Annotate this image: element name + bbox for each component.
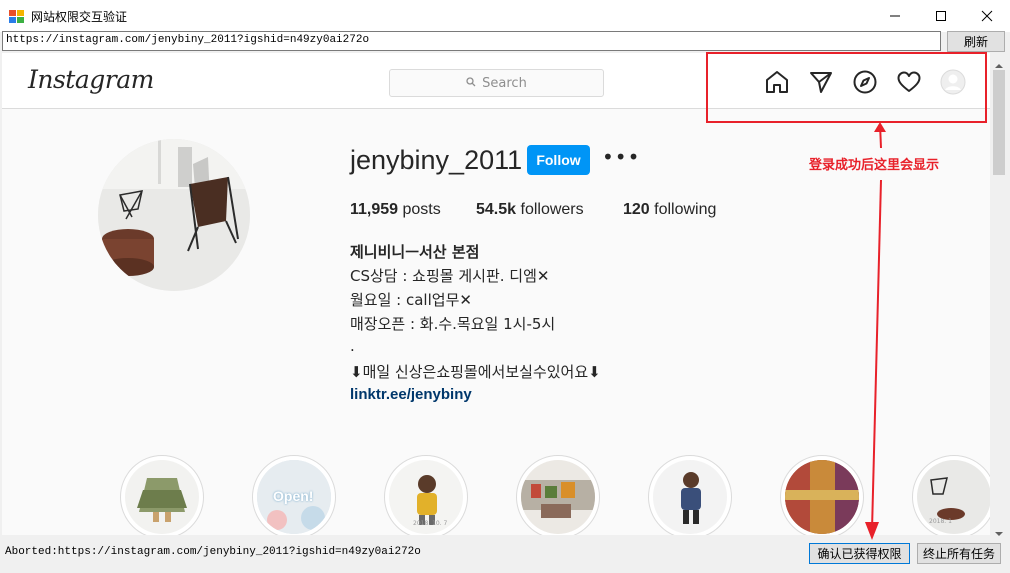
followers-label: followers <box>516 201 584 218</box>
following-count: 120 <box>623 201 650 218</box>
story-highlight[interactable] <box>120 455 204 535</box>
annotation-highlight-box <box>706 52 987 123</box>
maximize-button[interactable] <box>918 0 964 32</box>
minimize-button[interactable] <box>872 0 918 32</box>
search-input[interactable]: Search <box>389 69 604 97</box>
highlight-caption: Open! <box>273 488 314 504</box>
bio-full-name: 제니비니ㅡ서산 본점 <box>350 243 480 261</box>
search-icon <box>466 76 476 91</box>
story-highlight[interactable]: 2018. 10. 7 <box>384 455 468 535</box>
profile-username: jenybiny_2011 <box>350 145 523 175</box>
url-input[interactable]: https://instagram.com/jenybiny_2011?igsh… <box>2 31 941 51</box>
stop-all-tasks-button[interactable]: 终止所有任务 <box>917 543 1001 564</box>
followers-stat[interactable]: 54.5k followers <box>476 201 584 219</box>
status-text: Aborted:https://instagram.com/jenybiny_2… <box>5 546 421 558</box>
minimize-icon <box>890 15 900 17</box>
story-highlight[interactable]: Open! <box>252 455 336 535</box>
posts-label: posts <box>398 201 441 218</box>
window-title: 网站权限交互验证 <box>31 10 128 24</box>
story-highlight[interactable] <box>780 455 864 535</box>
maximize-icon <box>936 11 946 21</box>
profile-avatar[interactable] <box>98 139 250 291</box>
story-highlight[interactable]: 2018. 1 <box>912 455 990 535</box>
window-titlebar <box>0 0 1010 32</box>
refresh-button[interactable]: 刷新 <box>947 31 1005 52</box>
confirm-permission-button[interactable]: 确认已获得权限 <box>809 543 910 564</box>
annotation-text: 登录成功后这里会显示 <box>809 158 940 173</box>
followers-count: 54.5k <box>476 201 517 218</box>
bio-line: 월요일 : call업무✕ <box>350 291 472 309</box>
scrollbar-thumb[interactable] <box>993 70 1005 175</box>
instagram-logo[interactable]: Instagram <box>28 65 154 94</box>
annotation-arrows <box>865 122 886 540</box>
following-stat[interactable]: 120 following <box>623 201 716 219</box>
follow-button[interactable]: Follow <box>527 145 590 175</box>
story-highlight[interactable] <box>516 455 600 535</box>
bio-line: 매장오픈 : 화.수.목요일 1시-5시 <box>350 315 556 333</box>
close-button[interactable] <box>964 0 1010 32</box>
story-highlight[interactable] <box>648 455 732 535</box>
posts-count: 11,959 <box>350 201 399 218</box>
bio-line: CS상담 : 쇼핑몰 게시판. 디엠✕ <box>350 267 550 285</box>
highlight-caption: 2018. 10. 7 <box>413 520 448 527</box>
scroll-down-icon[interactable] <box>994 523 1004 542</box>
bio-external-link[interactable]: linktr.ee/jenybiny <box>350 386 472 403</box>
bio-line: . <box>350 337 355 355</box>
app-icon <box>9 9 25 23</box>
bio-line: ⬇매일 신상은쇼핑몰에서보실수있어요⬇ <box>350 363 601 381</box>
browser-viewport: Instagram Search jenybiny_2011 Follow ••… <box>2 53 990 535</box>
search-placeholder: Search <box>482 75 527 91</box>
close-icon <box>981 10 993 22</box>
more-options-icon[interactable]: ••• <box>602 147 639 169</box>
following-label: following <box>649 201 717 218</box>
posts-stat: 11,959 posts <box>350 201 441 219</box>
highlight-caption: 2018. 1 <box>929 518 952 525</box>
